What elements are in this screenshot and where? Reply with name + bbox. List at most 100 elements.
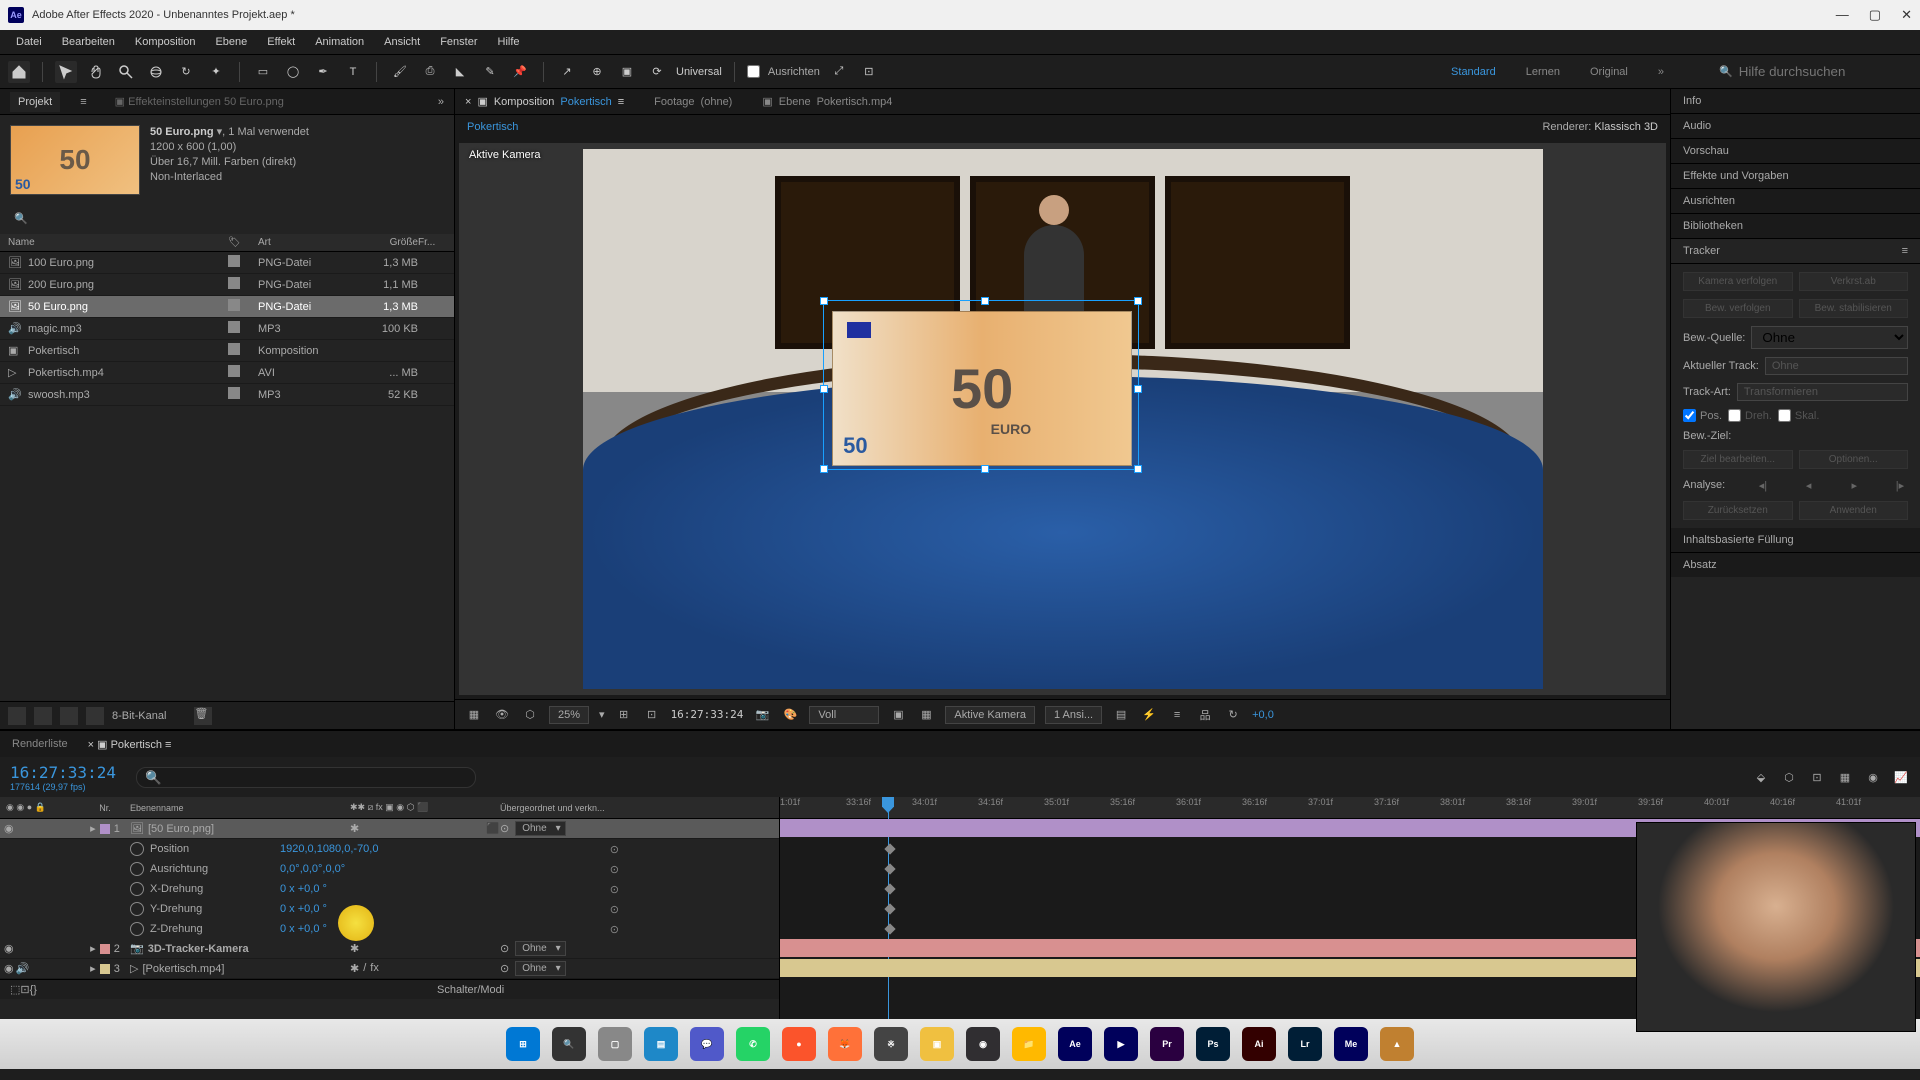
col-fr[interactable]: Fr... (418, 237, 448, 248)
delete-btn[interactable]: 🗑 (194, 707, 212, 725)
renderer-value[interactable]: Klassisch 3D (1594, 121, 1658, 133)
taskbar-app2[interactable]: ▣ (920, 1027, 954, 1061)
timeline-timecode[interactable]: 16:27:33:24 (10, 763, 116, 782)
rot-checkbox[interactable] (1728, 409, 1741, 422)
menu-hilfe[interactable]: Hilfe (488, 32, 530, 52)
taskbar-ps[interactable]: Ps (1196, 1027, 1230, 1061)
schalter-modi[interactable]: Schalter/Modi (437, 984, 504, 996)
draft-3d-btn[interactable]: ⬡ (1780, 768, 1798, 786)
time-ruler[interactable]: 1:01f33:16f34:01f34:16f35:01f35:16f36:01… (780, 797, 1920, 819)
fast-preview-btn[interactable]: ⚡ (1140, 706, 1158, 724)
panel-contentfill[interactable]: Inhaltsbasierte Füllung (1671, 528, 1920, 553)
close-button[interactable]: ✕ (1901, 7, 1912, 23)
zoom-tool[interactable] (115, 61, 137, 83)
composition-viewport[interactable]: Aktive Kamera 50 EURO 50 (459, 143, 1666, 695)
new-comp-btn[interactable] (34, 707, 52, 725)
property-row[interactable]: X-Drehung0 x +0,0 °⊙ (0, 879, 779, 899)
effect-controls-tab[interactable]: ▣ Effekteinstellungen 50 Euro.png (107, 91, 292, 112)
adjust-btn[interactable] (86, 707, 104, 725)
panel-tracker[interactable]: Tracker ≡ (1671, 239, 1920, 264)
menu-animation[interactable]: Animation (305, 32, 374, 52)
orbit-tool[interactable] (145, 61, 167, 83)
timeline-search[interactable] (136, 767, 476, 788)
analyse-fwd[interactable]: ▸ (1846, 477, 1862, 493)
taskbar-search[interactable]: 🔍 (552, 1027, 586, 1061)
col-type[interactable]: Art (258, 237, 368, 248)
taskbar-me[interactable]: ▶ (1104, 1027, 1138, 1061)
analyse-back-step[interactable]: ◂| (1755, 477, 1771, 493)
resolution-select[interactable]: Voll (809, 706, 879, 724)
project-item[interactable]: 🖼200 Euro.pngPNG-Datei1,1 MB (0, 274, 454, 296)
project-item[interactable]: 🔊swoosh.mp3MP352 KB (0, 384, 454, 406)
mask-btn[interactable]: ⬡ (521, 706, 539, 724)
col-label-icon[interactable]: 🏷 (228, 237, 258, 248)
taskbar-firefox[interactable]: 🦊 (828, 1027, 862, 1061)
motion-source-select[interactable]: Ohne (1751, 326, 1908, 349)
cam-tool[interactable]: ⟳ (646, 61, 668, 83)
panel-ausrichten[interactable]: Ausrichten (1671, 189, 1920, 214)
timeline-btn[interactable]: ≡ (1168, 706, 1186, 724)
motion-blur-btn[interactable]: ◉ (1864, 768, 1882, 786)
layer-row[interactable]: ◉▸1🖼[50 Euro.png]✱⬛⊙Ohne (0, 819, 779, 839)
puppet-tool[interactable]: 📌 (509, 61, 531, 83)
brush-tool[interactable]: 🖌 (389, 61, 411, 83)
viewer-tab-footage[interactable]: Footage (ohne) (654, 96, 732, 108)
property-row[interactable]: Z-Drehung0 x +0,0 °⊙ (0, 919, 779, 939)
banknote-layer[interactable]: 50 EURO 50 (832, 311, 1132, 466)
color-mgmt-btn[interactable]: 🎨 (781, 706, 799, 724)
exposure-value[interactable]: +0,0 (1252, 709, 1274, 721)
bpc-label[interactable]: 8-Bit-Kanal (112, 710, 166, 722)
project-item[interactable]: ▣PokertischKomposition (0, 340, 454, 362)
taskbar-teams[interactable]: 💬 (690, 1027, 724, 1061)
ausrichten-checkbox[interactable] (747, 65, 760, 78)
taskbar-ai[interactable]: Ai (1242, 1027, 1276, 1061)
btn-edit-target[interactable]: Ziel bearbeiten... (1683, 450, 1793, 469)
taskbar-app3[interactable]: ▲ (1380, 1027, 1414, 1061)
btn-track-motion[interactable]: Bew. verfolgen (1683, 299, 1793, 318)
col-source[interactable]: Ebenenname (130, 803, 184, 813)
btn-options[interactable]: Optionen... (1799, 450, 1909, 469)
taskbar-obs[interactable]: ◉ (966, 1027, 1000, 1061)
rect-tool[interactable]: ▭ (252, 61, 274, 83)
menu-ansicht[interactable]: Ansicht (374, 32, 430, 52)
taskbar-ae[interactable]: Ae (1058, 1027, 1092, 1061)
property-row[interactable]: Ausrichtung0,0°,0,0°,0,0°⊙ (0, 859, 779, 879)
graph-editor-btn[interactable]: 📈 (1892, 768, 1910, 786)
stopwatch-icon[interactable] (130, 842, 144, 856)
text-tool[interactable]: T (342, 61, 364, 83)
col-nr[interactable]: Nr. (99, 803, 111, 813)
menu-bearbeiten[interactable]: Bearbeiten (52, 32, 125, 52)
menu-effekt[interactable]: Effekt (257, 32, 305, 52)
renderqueue-tab[interactable]: Renderliste (12, 738, 68, 750)
frame-blend-btn[interactable]: ▦ (1836, 768, 1854, 786)
workspace-lernen[interactable]: Lernen (1526, 66, 1560, 78)
help-search-input[interactable] (1739, 64, 1899, 79)
roi-btn[interactable]: ▣ (889, 706, 907, 724)
snap-tool-1[interactable]: ⤢ (828, 61, 850, 83)
ellipse-tool[interactable]: ◯ (282, 61, 304, 83)
reset-exposure-btn[interactable]: ↻ (1224, 706, 1242, 724)
minimize-button[interactable]: — (1836, 7, 1849, 23)
timeline-comp-tab[interactable]: × ▣ Pokertisch ≡ (88, 738, 172, 751)
snapshot-btn[interactable]: 📷 (753, 706, 771, 724)
transparency-btn[interactable]: ▦ (917, 706, 935, 724)
selection-tool[interactable] (55, 61, 77, 83)
stamp-tool[interactable]: ⎙ (419, 61, 441, 83)
toggle-switches-icon[interactable]: ⬚ (10, 983, 20, 996)
shy-btn[interactable]: ⊡ (1808, 768, 1826, 786)
comp-breadcrumb[interactable]: Pokertisch (467, 121, 518, 133)
analyse-fwd-step[interactable]: |▸ (1892, 477, 1908, 493)
snap-tool-2[interactable]: ⊡ (858, 61, 880, 83)
workspace-original[interactable]: Original (1590, 66, 1628, 78)
project-item[interactable]: 🖼100 Euro.pngPNG-Datei1,3 MB (0, 252, 454, 274)
interpret-footage-btn[interactable] (8, 707, 26, 725)
panel-absatz[interactable]: Absatz (1671, 553, 1920, 577)
layer-row[interactable]: ◉▸2📷3D-Tracker-Kamera✱⊙Ohne (0, 939, 779, 959)
menu-ebene[interactable]: Ebene (205, 32, 257, 52)
guides-btn[interactable]: ⊡ (643, 706, 661, 724)
view-axis-tool[interactable]: ▣ (616, 61, 638, 83)
project-item[interactable]: 🔊magic.mp3MP3100 KB (0, 318, 454, 340)
rotate-tool[interactable]: ↻ (175, 61, 197, 83)
eraser-tool[interactable]: ◣ (449, 61, 471, 83)
workspace-standard[interactable]: Standard (1451, 66, 1496, 78)
